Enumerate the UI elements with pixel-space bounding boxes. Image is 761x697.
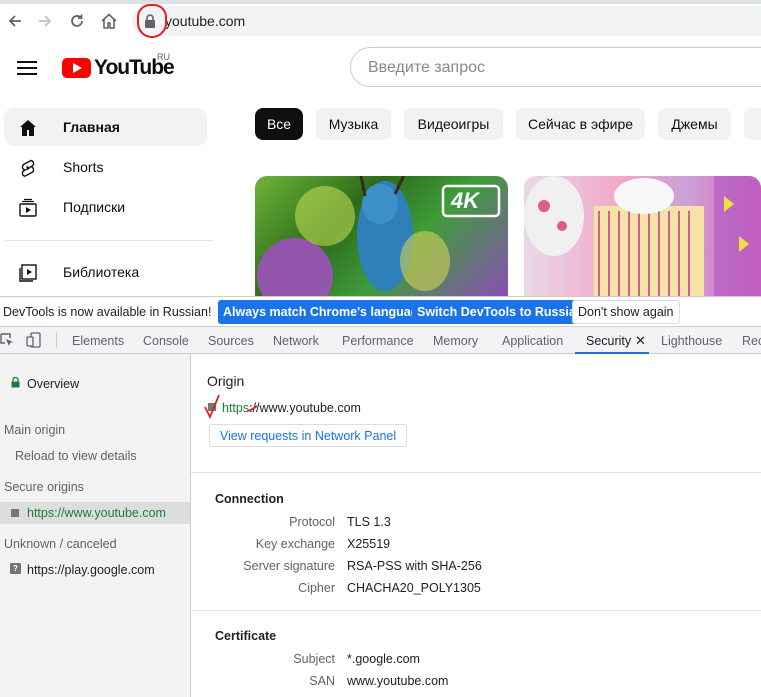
tab-divider xyxy=(56,332,57,348)
sidebar-item-label: Библиотека xyxy=(63,264,140,280)
search-placeholder: Введите запрос xyxy=(368,59,485,76)
forward-button[interactable] xyxy=(30,6,60,36)
menu-icon[interactable] xyxy=(17,61,37,75)
close-tab-icon[interactable]: ✕ xyxy=(635,333,646,349)
devtools-infobar: DevTools is now available in Russian! Al… xyxy=(0,296,761,326)
thumbnail-art xyxy=(524,176,761,296)
protocol-value: TLS 1.3 xyxy=(347,515,391,529)
subscriptions-icon xyxy=(19,198,37,217)
section-divider xyxy=(191,610,761,611)
reload-to-view-item[interactable]: Reload to view details xyxy=(15,449,137,463)
tabstrip-edge xyxy=(0,0,761,4)
unknown-origin-link[interactable]: https://play.google.com xyxy=(27,563,155,577)
origin-title: Origin xyxy=(207,373,245,389)
unknown-origins-heading: Unknown / canceled xyxy=(4,537,117,551)
chip-videogames[interactable]: Видеоигры xyxy=(404,108,503,140)
subject-value: *.google.com xyxy=(347,652,420,666)
sidebar-item-library[interactable]: Библиотека xyxy=(4,253,207,291)
chip-music[interactable]: Музыка xyxy=(316,108,391,140)
sidebar-item-shorts[interactable]: Shorts xyxy=(4,148,207,186)
video-thumbnail[interactable]: 4K xyxy=(255,176,508,296)
sidebar-item-subscriptions[interactable]: Подписки xyxy=(4,188,207,226)
home-icon xyxy=(20,120,36,136)
inspect-element-icon[interactable] xyxy=(0,333,14,347)
video-thumbnail[interactable] xyxy=(524,176,761,296)
address-bar[interactable]: youtube.com xyxy=(132,6,761,36)
reload-icon xyxy=(71,14,83,27)
annotation-circle xyxy=(137,4,167,38)
tab-elements[interactable]: Elements xyxy=(72,334,124,348)
key-exchange-value: X25519 xyxy=(347,537,391,551)
chip-jams[interactable]: Джемы xyxy=(658,108,731,140)
section-divider xyxy=(191,472,761,473)
tab-performance[interactable]: Performance xyxy=(342,334,414,348)
arrow-right-icon xyxy=(39,15,52,27)
search-input[interactable]: Введите запрос xyxy=(350,47,761,87)
cipher-value: CHACHA20_POLY1305 xyxy=(347,581,481,595)
youtube-page: YouTube RU Введите запрос Главная Shorts… xyxy=(0,42,761,296)
secure-origin-link[interactable]: https://www.youtube.com xyxy=(27,506,166,520)
dont-show-again-button[interactable]: Don't show again xyxy=(572,300,680,324)
tab-network[interactable]: Network xyxy=(273,334,319,348)
security-sidebar: Overview Main origin Reload to view deta… xyxy=(0,354,191,697)
security-details-panel: Origin https://www.youtube.com View requ… xyxy=(191,354,761,697)
tab-security[interactable]: Security xyxy=(586,334,631,348)
browser-toolbar: youtube.com xyxy=(0,0,761,42)
home-button[interactable] xyxy=(94,6,124,36)
tab-lighthouse[interactable]: Lighthouse xyxy=(661,334,722,348)
main-origin-heading: Main origin xyxy=(4,423,66,437)
device-toolbar-icon[interactable] xyxy=(26,332,42,348)
cipher-label: Cipher xyxy=(298,581,335,595)
tab-sources[interactable]: Sources xyxy=(208,334,254,348)
url-text: youtube.com xyxy=(165,13,246,29)
back-button[interactable] xyxy=(0,6,30,36)
switch-devtools-russian-button[interactable]: Switch DevTools to Russian xyxy=(412,300,589,324)
sidebar-item-home[interactable]: Главная xyxy=(4,108,207,146)
secure-origins-heading: Secure origins xyxy=(4,480,84,494)
key-exchange-label: Key exchange xyxy=(255,537,335,551)
thumbnail-badge: 4K xyxy=(451,188,480,213)
san-label: SAN xyxy=(309,674,335,688)
youtube-logo[interactable]: YouTube RU xyxy=(62,52,175,80)
devtools-tabbar: Elements Console Sources Network Perform… xyxy=(0,326,761,354)
overview-item[interactable]: Overview xyxy=(27,377,79,391)
tab-memory[interactable]: Memory xyxy=(433,334,478,348)
san-value: www.youtube.com xyxy=(347,674,449,688)
tab-application[interactable]: Application xyxy=(502,334,563,348)
sidebar-item-label: Shorts xyxy=(63,159,104,175)
reload-button[interactable] xyxy=(62,6,92,36)
always-match-language-button[interactable]: Always match Chrome's language xyxy=(218,300,431,324)
infobar-message: DevTools is now available in Russian! xyxy=(3,305,212,319)
unknown-origin-icon: ? xyxy=(10,563,21,574)
tab-console[interactable]: Console xyxy=(143,334,189,348)
server-signature-label: Server signature xyxy=(243,559,335,573)
arrow-left-icon xyxy=(8,15,21,27)
sidebar-divider xyxy=(4,240,214,241)
region-code: RU xyxy=(157,52,170,62)
lock-icon xyxy=(11,377,20,388)
library-icon xyxy=(19,264,37,282)
tab-recorder[interactable]: Rec xyxy=(742,334,761,348)
protocol-label: Protocol xyxy=(289,515,335,529)
chip-more[interactable] xyxy=(744,108,761,140)
home-icon xyxy=(101,13,117,29)
subject-label: Subject xyxy=(293,652,335,666)
server-signature-value: RSA-PSS with SHA-256 xyxy=(347,559,482,573)
play-icon xyxy=(62,58,91,78)
origin-host: ://www.youtube.com xyxy=(249,401,361,415)
chip-all[interactable]: Все xyxy=(255,108,303,140)
sidebar-item-label: Подписки xyxy=(63,199,126,215)
view-requests-button[interactable]: View requests in Network Panel xyxy=(209,424,407,447)
connection-title: Connection xyxy=(215,492,284,506)
certificate-title: Certificate xyxy=(215,629,277,643)
sidebar-item-label: Главная xyxy=(63,119,120,135)
origin-square-icon xyxy=(11,509,19,517)
annotation-checkmark xyxy=(204,394,258,420)
chip-live[interactable]: Сейчас в эфире xyxy=(516,108,645,140)
shorts-icon xyxy=(21,159,35,177)
